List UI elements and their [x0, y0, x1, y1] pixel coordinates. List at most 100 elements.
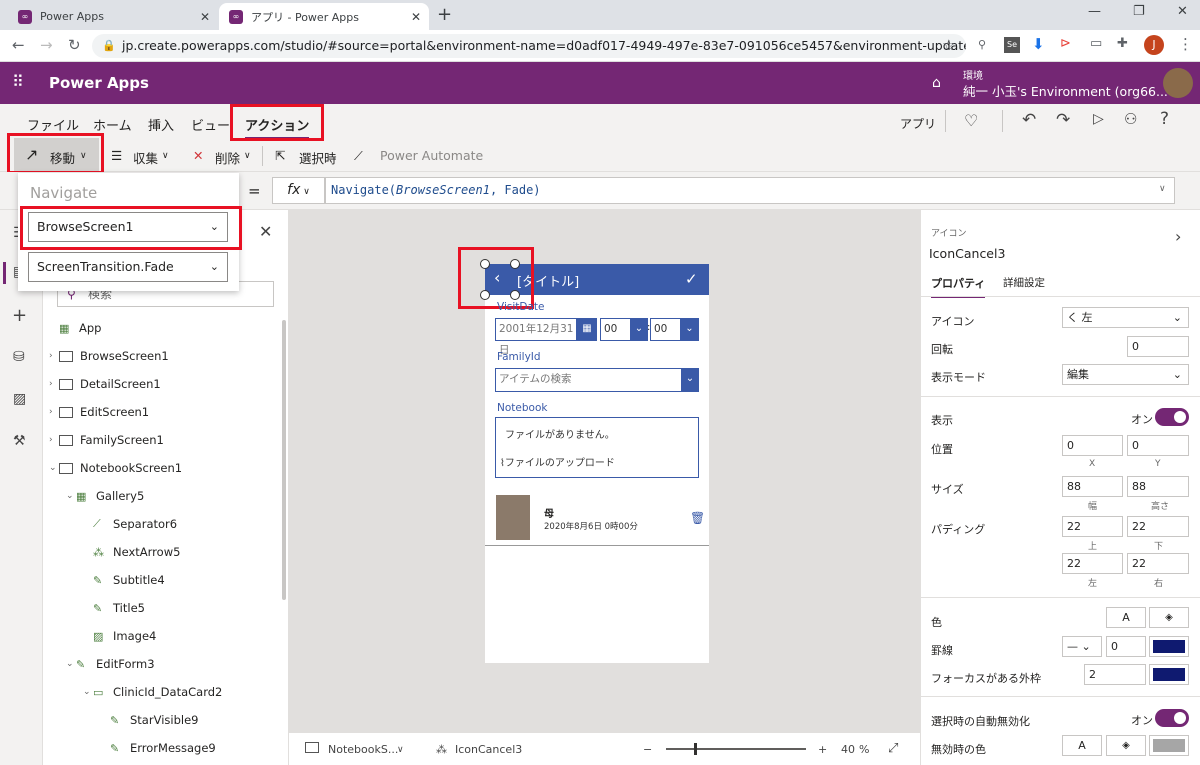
minimize-icon[interactable]: — — [1088, 4, 1101, 19]
reload-icon[interactable]: ↻ — [68, 36, 81, 54]
download-extension-icon[interactable]: ⬇ — [1032, 35, 1045, 53]
puzzle-extension-icon[interactable]: ✚ — [1117, 36, 1128, 51]
tree-item[interactable]: ⌄ ✎ EditForm3 — [43, 650, 283, 678]
fx-button[interactable]: fx ∨ — [272, 177, 325, 204]
zoom-in-icon[interactable]: + — [818, 743, 827, 756]
transition-select[interactable]: ScreenTransition.Fade ⌄ — [28, 252, 228, 282]
tree-item[interactable]: ⁂ NextArrow5 — [43, 538, 283, 566]
profile-avatar[interactable]: J — [1144, 35, 1164, 55]
icon-select[interactable]: く 左 ⌄ — [1062, 307, 1189, 328]
menu-view[interactable]: ビュー — [191, 115, 230, 134]
chevron-icon[interactable]: › — [49, 407, 59, 417]
menu-file[interactable]: ファイル — [27, 115, 79, 134]
border-width-input[interactable]: 0 — [1106, 636, 1146, 657]
chevron-icon[interactable]: ⌄ — [66, 659, 76, 669]
autodisable-toggle[interactable] — [1155, 709, 1189, 727]
tree-item[interactable]: ⌄ ▦ Gallery5 — [43, 482, 283, 510]
disabled-color-button[interactable] — [1149, 735, 1189, 756]
maximize-icon[interactable]: ❐ — [1133, 4, 1145, 19]
border-color-button[interactable] — [1149, 636, 1189, 657]
user-avatar[interactable] — [1163, 68, 1193, 98]
chevron-icon[interactable]: ⌄ — [66, 491, 76, 501]
check-icon[interactable]: ✓ — [685, 270, 698, 288]
x-input[interactable]: 0 — [1062, 435, 1123, 456]
tree-item[interactable]: › DetailScreen1 — [43, 370, 283, 398]
tree-item[interactable]: ⌄ NotebookScreen1 — [43, 454, 283, 482]
close-window-icon[interactable]: ✕ — [1177, 4, 1188, 19]
tree-item[interactable]: ▦ App — [43, 314, 283, 342]
expand-formula-icon[interactable]: ∨ — [1159, 184, 1166, 194]
chevron-down-icon[interactable]: ⌄ — [680, 318, 699, 341]
environment-name[interactable]: 純一 小玉's Environment (org66... — [963, 81, 1168, 100]
familyid-combobox[interactable]: アイテムの検索 — [495, 368, 683, 392]
tree-item[interactable]: ▨ Image4 — [43, 622, 283, 650]
displaymode-select[interactable]: 編集 ⌄ — [1062, 364, 1189, 385]
focus-color-button[interactable] — [1149, 664, 1189, 685]
share-user-icon[interactable]: ⚇ — [1124, 110, 1137, 128]
app-checker-icon[interactable]: ♡ — [964, 111, 978, 130]
undo-icon[interactable]: ↶ — [1022, 110, 1036, 130]
tab-properties[interactable]: プロパティ — [931, 275, 986, 298]
visible-toggle[interactable] — [1155, 408, 1189, 426]
screen-breadcrumb[interactable]: NotebookS... — [328, 743, 398, 756]
tree-item[interactable]: › BrowseScreen1 — [43, 342, 283, 370]
padding-top-input[interactable]: 22 — [1062, 516, 1123, 537]
calendar-icon[interactable]: ▦ — [577, 318, 597, 341]
font-color-button[interactable]: A — [1106, 607, 1146, 628]
extension-icon[interactable]: ⚲ — [978, 38, 986, 51]
tree-item[interactable]: › EditScreen1 — [43, 398, 283, 426]
back-icon[interactable]: ← — [12, 36, 25, 54]
menu-insert[interactable]: 挿入 — [148, 115, 174, 134]
focus-width-input[interactable]: 2 — [1084, 664, 1146, 685]
url-input[interactable]: 🔒 jp.create.powerapps.com/studio/#source… — [92, 34, 966, 58]
height-input[interactable]: 88 — [1127, 476, 1189, 497]
formula-input[interactable]: Navigate(BrowseScreen1, Fade) — [325, 177, 1175, 204]
chevron-down-icon[interactable]: ⌄ — [630, 318, 648, 341]
rotation-input[interactable]: 0 — [1127, 336, 1189, 357]
chevron-icon[interactable]: › — [49, 435, 59, 445]
padding-left-input[interactable]: 22 — [1062, 553, 1123, 574]
browser-tab[interactable]: ∞ Power Apps ✕ — [8, 3, 218, 30]
tree-item[interactable]: ⟋ Separator6 — [43, 510, 283, 538]
padding-bottom-input[interactable]: 22 — [1127, 516, 1189, 537]
insert-plus-icon[interactable]: + — [12, 305, 27, 326]
disabled-font-color-button[interactable]: A — [1062, 735, 1102, 756]
tree-item[interactable]: ✎ Title5 — [43, 594, 283, 622]
tree-item[interactable]: ✎ Subtitle4 — [43, 566, 283, 594]
y-input[interactable]: 0 — [1127, 435, 1189, 456]
close-tab-icon[interactable]: ✕ — [200, 10, 210, 24]
date-picker-input[interactable]: 2001年12月31日 — [495, 318, 577, 356]
zoom-out-icon[interactable]: − — [643, 743, 652, 756]
fill-bucket-icon[interactable]: ◈ — [1149, 607, 1189, 628]
help-icon[interactable]: ? — [1160, 109, 1169, 129]
menu-app[interactable]: アプリ — [900, 115, 936, 132]
media-icon[interactable]: ▨ — [13, 391, 26, 407]
se-extension-icon[interactable]: Se — [1004, 37, 1020, 53]
browser-menu-icon[interactable]: ⋮ — [1178, 35, 1193, 53]
chevron-down-icon[interactable]: ∨ — [397, 745, 404, 755]
tree-item[interactable]: ✎ ErrorMessage9 — [43, 734, 283, 762]
zoom-slider[interactable] — [666, 743, 806, 755]
fit-to-window-icon[interactable]: ⤢ — [888, 741, 898, 756]
new-tab-icon[interactable]: + — [437, 4, 452, 25]
fill-bucket-icon[interactable]: ◈ — [1106, 735, 1146, 756]
advanced-tools-icon[interactable]: ⚒ — [13, 433, 26, 449]
close-panel-icon[interactable]: ✕ — [259, 222, 272, 241]
collect-button[interactable]: 収集 — [133, 148, 158, 167]
upload-link[interactable]: ⌇ファイルのアップロード — [500, 454, 615, 469]
data-cylinder-icon[interactable]: ⛁ — [13, 349, 25, 365]
delete-button[interactable]: 削除 — [215, 148, 240, 167]
bookmark-star-icon[interactable]: ☆ — [942, 36, 955, 54]
power-automate-button[interactable]: Power Automate — [380, 148, 483, 163]
border-style-select[interactable]: — ⌄ — [1062, 636, 1102, 657]
chevron-right-icon[interactable]: › — [1175, 227, 1181, 246]
forward-icon[interactable]: → — [40, 36, 53, 54]
chevron-icon[interactable]: ⌄ — [83, 687, 93, 697]
tree-item[interactable]: ✎ StarVisible9 — [43, 706, 283, 734]
tab-advanced[interactable]: 詳細設定 — [1003, 275, 1045, 290]
chevron-icon[interactable]: › — [49, 351, 59, 361]
chat-extension-icon[interactable]: ▭ — [1090, 36, 1102, 51]
close-tab-icon[interactable]: ✕ — [411, 10, 421, 24]
padding-right-input[interactable]: 22 — [1127, 553, 1189, 574]
chevron-down-icon[interactable]: ⌄ — [681, 368, 699, 392]
